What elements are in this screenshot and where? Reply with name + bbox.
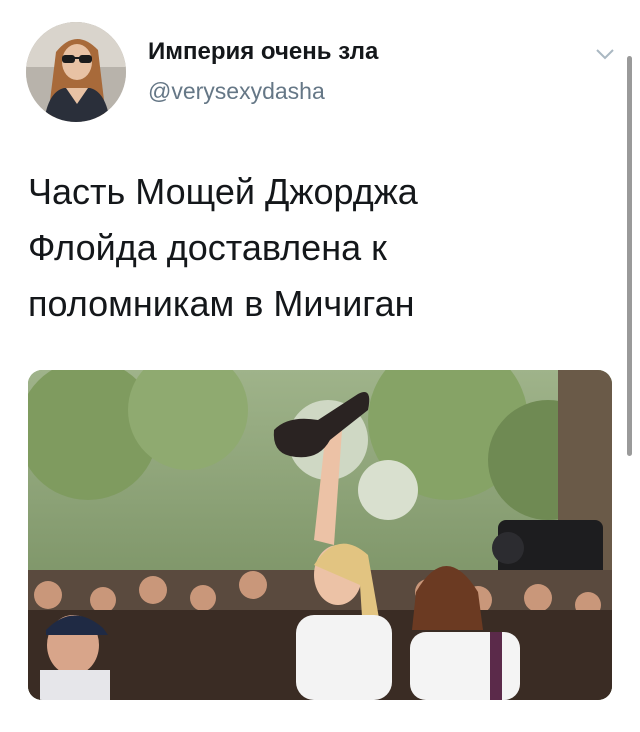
tweet-card: Империя очень зла @verysexydasha Часть М…	[0, 0, 640, 732]
tweet-text-line: поломникам в Мичиган	[28, 283, 415, 324]
photo-crowd-scene	[28, 370, 612, 700]
tweet-text-line: Флойда доставлена к	[28, 227, 387, 268]
tweet-text: Часть Мощей Джорджа Флойда доставлена к …	[28, 164, 598, 332]
tweet-text-line: Часть Мощей Джорджа	[28, 171, 418, 212]
tweet-photo[interactable]	[28, 370, 612, 700]
username[interactable]: @verysexydasha	[148, 78, 325, 105]
chevron-down-icon[interactable]	[592, 44, 618, 64]
avatar[interactable]	[26, 22, 126, 122]
scrollbar[interactable]	[627, 56, 632, 456]
display-name[interactable]: Империя очень зла	[148, 38, 378, 66]
avatar-photo	[26, 22, 126, 122]
